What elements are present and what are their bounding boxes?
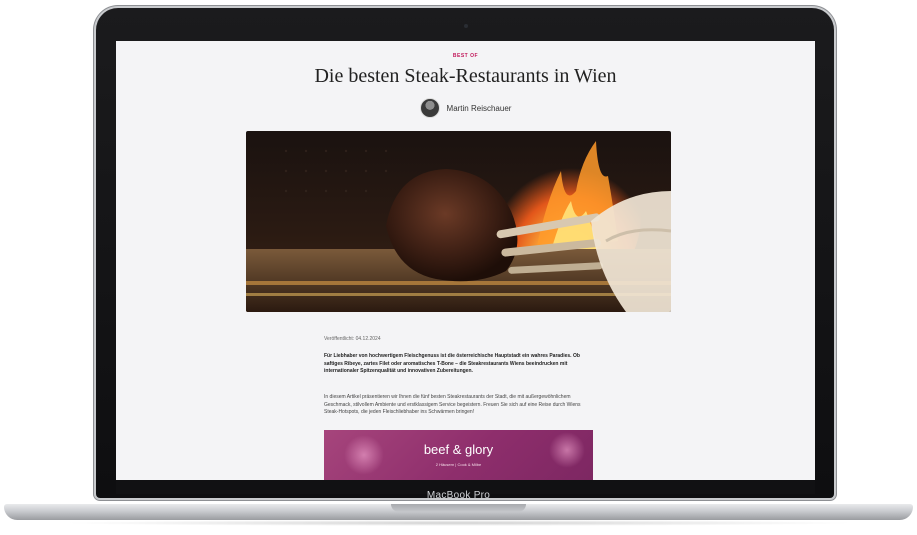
device-label: MacBook Pro [426,490,491,501]
hero-image [246,131,671,312]
browser-viewport[interactable]: BEST OF Die besten Steak-Restaurants in … [116,41,815,480]
article-lead: Für Liebhaber von hochwertigem Fleischge… [324,353,580,374]
article-category[interactable]: BEST OF [116,53,815,59]
page-title: Die besten Steak-Restaurants in Wien [314,65,617,87]
article-body: In diesem Artikel präsentieren wir Ihnen… [324,394,581,415]
lid-notch [391,504,526,512]
promo-title[interactable]: beef & glory [324,442,593,457]
webcam-icon [464,24,468,28]
steak-grill-image [246,131,671,312]
base-shadow [60,520,857,526]
avatar[interactable] [419,98,440,118]
publish-date: Veröffentlicht: 04.12.2024 [324,336,381,342]
promo-subtitle: 2 Häusern | Cook & Milbe [435,462,482,467]
author-name[interactable]: Martin Reischauer [447,104,512,113]
restaurant-promo-banner[interactable]: beef & glory 2 Häusern | Cook & Milbe [324,430,593,480]
author-byline[interactable]: Martin Reischauer [116,98,815,118]
